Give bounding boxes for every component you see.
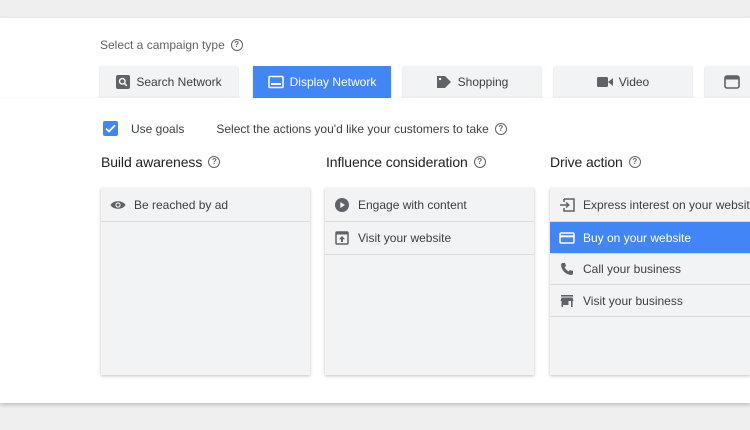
goal-item-visit-your-website[interactable]: Visit your website xyxy=(325,222,534,255)
goal-item-visit-your-business[interactable]: Visit your business xyxy=(550,285,750,317)
tab-label: Display Network xyxy=(289,75,377,89)
help-icon[interactable]: ? xyxy=(230,39,243,51)
goal-item-label: Be reached by ad xyxy=(134,197,229,212)
tab-video[interactable]: Video xyxy=(554,66,692,98)
tab-display-network[interactable]: Display Network xyxy=(253,66,391,98)
goal-item-label: Call your business xyxy=(583,262,682,276)
column-title-influence-consideration: Influence consideration ? xyxy=(326,154,486,170)
goal-item-be-reached-by-ad[interactable]: Be reached by ad xyxy=(101,188,310,222)
app-icon xyxy=(724,75,740,89)
column-title-drive-action: Drive action ? xyxy=(550,154,641,170)
tab-shopping[interactable]: Shopping xyxy=(403,66,541,98)
play-circle-icon xyxy=(334,197,350,213)
column-title-text: Build awareness xyxy=(101,154,203,170)
column-title-text: Drive action xyxy=(550,154,623,170)
store-icon xyxy=(559,293,575,309)
help-icon[interactable]: ? xyxy=(494,122,507,135)
drive-action-panel: Express interest on your website Buy on … xyxy=(550,188,750,375)
use-goals-label[interactable]: Use goals xyxy=(131,122,184,136)
help-icon[interactable]: ? xyxy=(208,156,221,168)
tab-label: Search Network xyxy=(136,75,222,89)
input-icon xyxy=(559,197,575,213)
tab-app[interactable] xyxy=(705,66,750,98)
goal-item-label: Visit your website xyxy=(358,231,452,245)
eye-icon xyxy=(110,197,126,213)
campaign-type-label: Select a campaign type xyxy=(100,38,225,52)
tab-label: Shopping xyxy=(457,75,509,89)
goals-description: Select the actions you'd like your custo… xyxy=(216,121,507,136)
build-awareness-panel: Be reached by ad xyxy=(101,188,310,375)
help-icon[interactable]: ? xyxy=(628,156,641,168)
goal-item-engage-with-content[interactable]: Engage with content xyxy=(325,188,534,222)
column-title-text: Influence consideration xyxy=(326,154,468,170)
phone-icon xyxy=(559,261,575,277)
search-icon xyxy=(116,75,131,89)
goal-item-express-interest[interactable]: Express interest on your website xyxy=(550,188,750,222)
check-icon xyxy=(105,124,116,133)
video-icon xyxy=(596,76,613,88)
goal-item-buy-on-your-website[interactable]: Buy on your website xyxy=(550,222,750,254)
goals-description-text: Select the actions you'd like your custo… xyxy=(216,121,489,136)
credit-card-icon xyxy=(559,230,575,246)
column-title-build-awareness: Build awareness ? xyxy=(101,154,221,170)
help-icon[interactable]: ? xyxy=(473,156,486,168)
goal-item-label: Express interest on your website xyxy=(583,197,750,212)
goal-item-label: Buy on your website xyxy=(583,230,692,245)
tab-search-network[interactable]: Search Network xyxy=(100,66,238,98)
goals-row: Use goals Select the actions you'd like … xyxy=(103,121,507,136)
influence-consideration-panel: Engage with content Visit your website xyxy=(325,188,534,375)
goal-item-call-your-business[interactable]: Call your business xyxy=(550,254,750,285)
goal-item-label: Visit your business xyxy=(583,293,683,308)
tab-label: Video xyxy=(618,75,650,89)
campaign-type-heading: Select a campaign type ? xyxy=(100,38,243,52)
open-in-browser-icon xyxy=(334,230,350,246)
use-goals-checkbox[interactable] xyxy=(103,121,118,136)
goal-item-label: Engage with content xyxy=(358,197,467,212)
display-icon xyxy=(267,75,284,89)
tag-icon xyxy=(436,75,452,89)
